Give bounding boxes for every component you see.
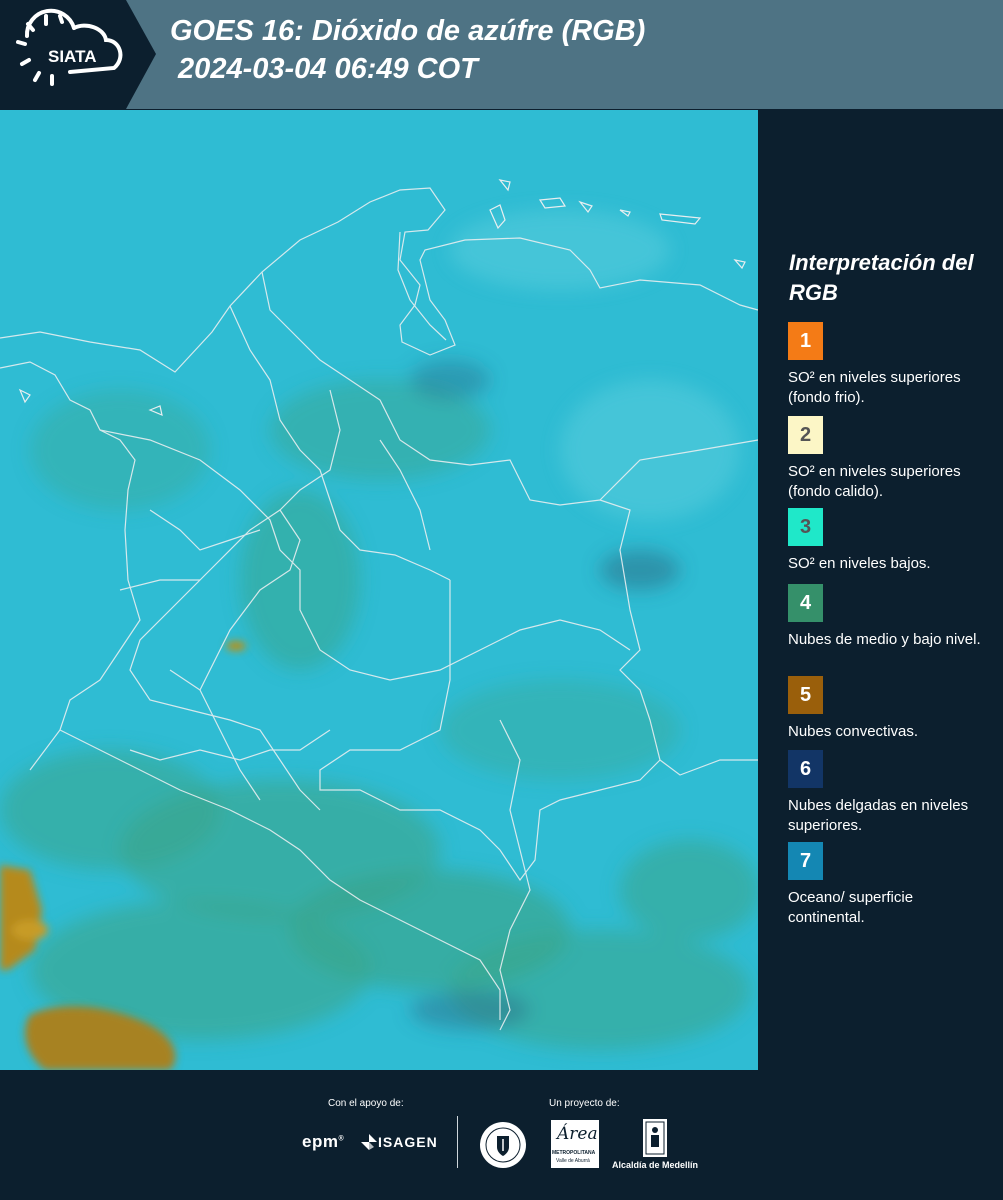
legend-number: 7 bbox=[799, 849, 812, 872]
legend-text: Oceano/ superficie continental. bbox=[788, 889, 914, 926]
legend-item-5: 5 Nubes convectivas. bbox=[788, 676, 993, 742]
legend-number: 2 bbox=[799, 423, 812, 446]
legend-number: 3 bbox=[799, 515, 812, 538]
siata-logo-text: SIATA bbox=[48, 47, 96, 66]
isagen-logo-text: ISAGEN bbox=[378, 1134, 438, 1150]
legend-panel: Interpretación del RGB 1 SO² en niveles … bbox=[760, 110, 1003, 1070]
isagen-icon bbox=[361, 1134, 377, 1150]
area-metropolitana-logo: Área METROPOLITANA Valle de Aburrá bbox=[551, 1120, 599, 1168]
legend-title: Interpretación del RGB bbox=[789, 250, 974, 305]
legend-number: 4 bbox=[799, 591, 812, 614]
legend-item-3: 3 SO² en niveles bajos. bbox=[788, 508, 993, 574]
legend-text: Nubes de medio y bajo nivel. bbox=[788, 631, 981, 648]
header-bar: SIATA GOES 16: Dióxido de azúfre (RGB) 2… bbox=[0, 0, 1003, 109]
area-logo-line1: METROPOLITANA bbox=[552, 1150, 596, 1156]
legend-item-6: 6 Nubes delgadas en niveles superiores. bbox=[788, 750, 993, 836]
legend-item-4: 4 Nubes de medio y bajo nivel. bbox=[788, 584, 993, 650]
page-title: GOES 16: Dióxido de azúfre (RGB) 2024-03… bbox=[170, 15, 646, 85]
project-label: Un proyecto de: bbox=[549, 1098, 620, 1109]
logo-band: SIATA bbox=[0, 0, 156, 109]
legend-swatch: 3 bbox=[788, 508, 823, 546]
medellin-seal-icon bbox=[480, 1122, 526, 1168]
legend-number: 6 bbox=[799, 757, 812, 780]
alcaldia-crest-icon bbox=[643, 1119, 667, 1157]
legend-swatch: 7 bbox=[788, 842, 823, 880]
legend-swatch: 1 bbox=[788, 322, 823, 360]
alcaldia-text: Alcaldía de Medellín bbox=[612, 1160, 699, 1170]
legend-swatch: 6 bbox=[788, 750, 823, 788]
legend-swatch: 4 bbox=[788, 584, 823, 622]
support-label: Con el apoyo de: bbox=[328, 1098, 404, 1109]
legend-item-2: 2 SO² en niveles superiores (fondo calid… bbox=[788, 416, 993, 516]
epm-logo: epm® bbox=[302, 1132, 345, 1151]
legend-item-7: 7 Oceano/ superficie continental. bbox=[788, 842, 993, 928]
legend-item-1: 1 SO² en niveles superiores (fondo frio)… bbox=[788, 322, 993, 408]
area-logo-script: Área bbox=[557, 1124, 598, 1144]
footer: Con el apoyo de: Un proyecto de: epm® IS… bbox=[0, 1070, 1003, 1200]
legend-number: 1 bbox=[799, 329, 812, 352]
area-logo-line2: Valle de Aburrá bbox=[556, 1158, 590, 1164]
legend-swatch: 2 bbox=[788, 416, 823, 454]
legend-text: Nubes delgadas en niveles superiores. bbox=[788, 797, 969, 834]
footer-divider bbox=[457, 1116, 458, 1168]
epm-logo-text: epm bbox=[302, 1132, 339, 1151]
legend-swatch: 5 bbox=[788, 676, 823, 714]
satellite-map bbox=[0, 110, 758, 1070]
legend-text: SO² en niveles superiores (fondo frio). bbox=[788, 369, 961, 406]
legend-number: 5 bbox=[799, 683, 812, 706]
legend-text: SO² en niveles bajos. bbox=[788, 555, 931, 572]
legend-text: Nubes convectivas. bbox=[788, 723, 919, 740]
